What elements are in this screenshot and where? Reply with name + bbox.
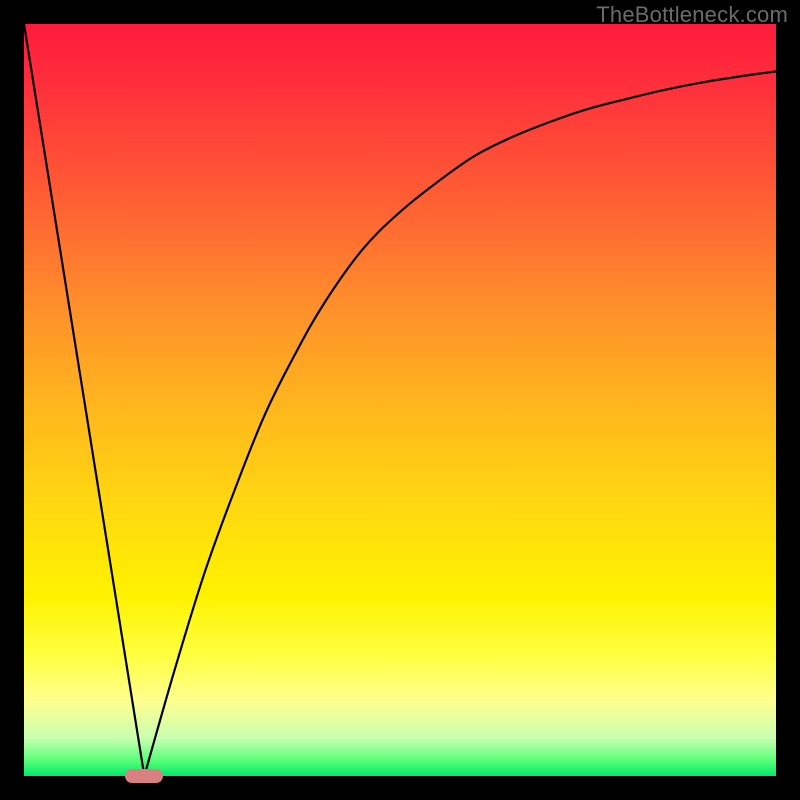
minimum-marker [125, 769, 163, 783]
chart-plot-area [24, 24, 776, 776]
curve-right-segment [144, 71, 776, 776]
curve-layer [24, 24, 776, 776]
curve-left-segment [24, 24, 144, 776]
